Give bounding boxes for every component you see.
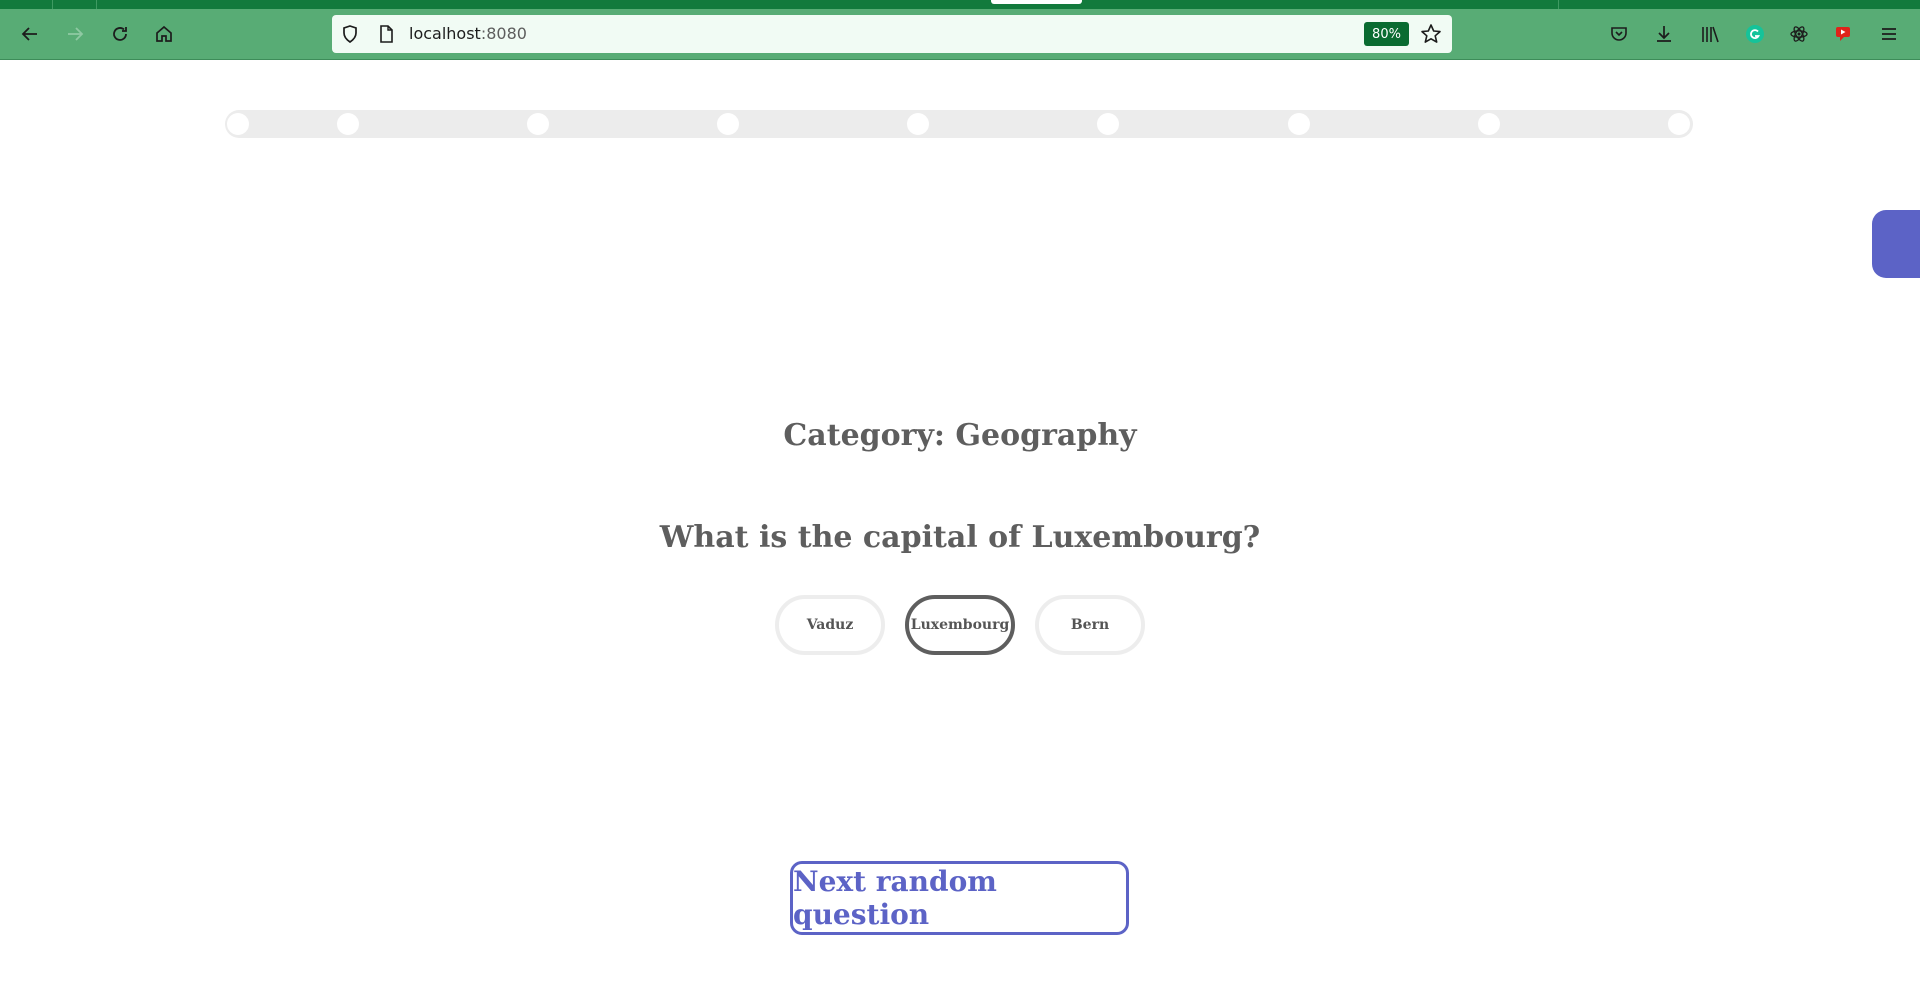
pocket-button[interactable] xyxy=(1604,19,1634,49)
reload-button[interactable] xyxy=(105,19,135,49)
star-icon[interactable] xyxy=(1420,23,1442,45)
home-button[interactable] xyxy=(149,19,179,49)
zoom-level-badge[interactable]: 80% xyxy=(1364,22,1409,46)
answer-option-luxembourg[interactable]: Luxembourg xyxy=(905,595,1015,655)
back-icon xyxy=(21,27,37,41)
download-icon xyxy=(1657,26,1671,42)
pocket-icon xyxy=(1611,27,1627,41)
react-devtools-icon xyxy=(1790,26,1808,42)
progress-dot xyxy=(337,113,359,135)
progress-dot xyxy=(907,113,929,135)
progress-dot xyxy=(717,113,739,135)
url-text[interactable]: localhost:8080 xyxy=(409,24,527,44)
browser-toolbar: localhost:8080 80% xyxy=(0,9,1920,60)
progress-dot xyxy=(1097,113,1119,135)
page-icon[interactable] xyxy=(376,24,396,44)
progress-dot xyxy=(1288,113,1310,135)
quiz-category: Category: Geography xyxy=(783,418,1137,453)
reload-icon xyxy=(113,27,127,41)
grammarly-button[interactable] xyxy=(1740,19,1770,49)
next-question-button[interactable]: Next random question xyxy=(790,861,1129,935)
forward-icon xyxy=(68,27,84,41)
side-drawer-tab[interactable] xyxy=(1872,210,1920,278)
progress-dot xyxy=(1668,113,1690,135)
url-host: localhost xyxy=(409,24,481,43)
active-tab-indicator[interactable] xyxy=(991,0,1082,4)
tab-separator xyxy=(96,0,97,9)
shield-icon[interactable] xyxy=(340,24,360,44)
url-port: :8080 xyxy=(480,24,527,43)
progress-dot xyxy=(527,113,549,135)
app-menu-button[interactable] xyxy=(1874,19,1904,49)
progress-dot xyxy=(227,113,249,135)
downloads-button[interactable] xyxy=(1649,19,1679,49)
progress-dot xyxy=(1478,113,1500,135)
quiz-progress-track xyxy=(225,110,1693,138)
address-bar[interactable]: localhost:8080 80% xyxy=(332,15,1452,53)
library-button[interactable] xyxy=(1695,19,1725,49)
library-icon xyxy=(1702,26,1719,43)
tab-strip xyxy=(0,0,1920,9)
tab-separator xyxy=(52,0,53,9)
quiz-question: What is the capital of Luxembourg? xyxy=(659,520,1261,555)
grammarly-icon xyxy=(1746,25,1764,43)
video-extension-button[interactable] xyxy=(1829,19,1859,49)
answer-option-bern[interactable]: Bern xyxy=(1035,595,1145,655)
video-extension-icon xyxy=(1836,27,1850,41)
tab-separator xyxy=(1558,0,1559,9)
menu-icon xyxy=(1882,28,1896,40)
answer-options: Vaduz Luxembourg Bern xyxy=(0,595,1920,655)
forward-button[interactable] xyxy=(60,19,90,49)
back-button[interactable] xyxy=(15,19,45,49)
home-icon xyxy=(156,25,172,42)
answer-option-vaduz[interactable]: Vaduz xyxy=(775,595,885,655)
react-devtools-button[interactable] xyxy=(1784,19,1814,49)
